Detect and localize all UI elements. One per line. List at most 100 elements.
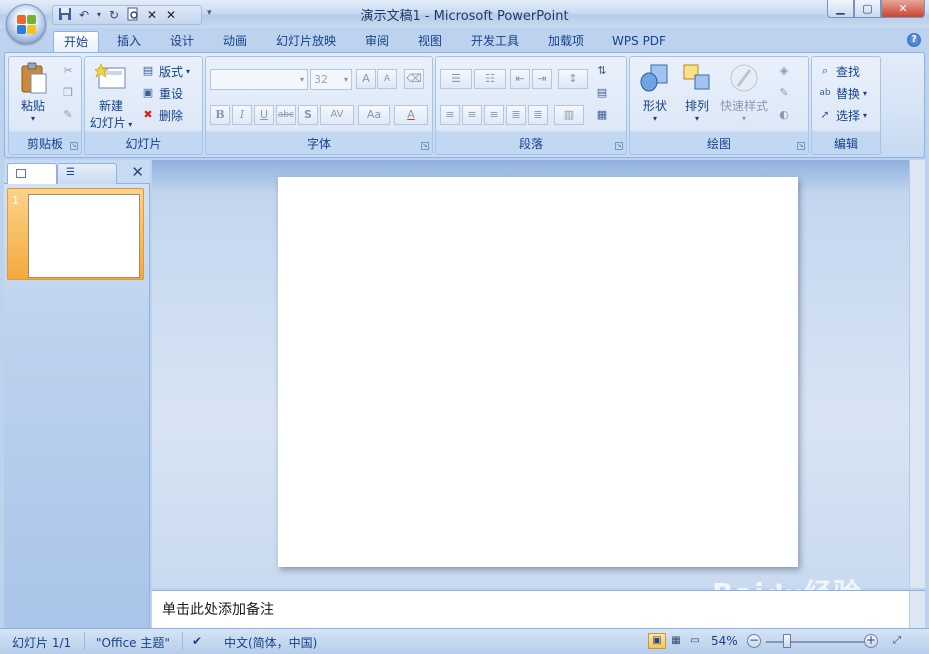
slide-thumbnail[interactable]: 1 [7,188,144,280]
grow-font-label: A [362,72,370,85]
spell-check-icon[interactable]: ✔ [192,634,202,648]
tab-outline[interactable]: ☰ [57,163,117,184]
copy-icon[interactable]: ❐ [60,85,76,101]
font-launcher-icon[interactable]: ↘ [421,142,429,150]
notes-pane[interactable]: 单击此处添加备注 [152,590,925,629]
new-slide-label-2: 幻灯片 [89,116,126,130]
vertical-scrollbar[interactable] [909,160,925,588]
font-size-select[interactable]: 32 ▾ [310,69,352,90]
replace-button[interactable]: ab 替换 ▾ [817,83,867,103]
slide-thumbnail-preview[interactable] [28,194,140,278]
decrease-indent-icon[interactable]: ⇤ [510,69,530,89]
line-spacing-icon[interactable]: ↕ [558,69,588,89]
reset-button[interactable]: ▣ 重设 [140,83,183,103]
slide-canvas[interactable] [278,177,798,567]
paragraph-launcher-icon[interactable]: ↘ [615,142,623,150]
increase-indent-icon[interactable]: ⇥ [532,69,552,89]
zoom-slider-thumb[interactable] [783,634,791,648]
distributed-icon[interactable]: ≣ [528,105,548,125]
text-direction-icon[interactable]: ⇅ [594,63,610,79]
shapes-dropdown-icon: ▾ [652,114,657,123]
binoculars-icon: ⌕ [821,64,829,77]
close-panel-icon[interactable]: ✕ [131,163,144,181]
slide-sorter-view-icon[interactable]: ▦ [667,633,685,649]
shape-outline-icon[interactable]: ✎ [776,85,792,101]
align-center-icon[interactable]: ≡ [462,105,482,125]
zoom-slider-track[interactable] [766,641,866,643]
tab-slide-show[interactable]: 幻灯片放映 [268,31,344,53]
italic-button[interactable]: I [232,105,252,125]
minimize-button[interactable]: ▁ [827,0,854,18]
tab-developer[interactable]: 开发工具 [463,31,527,53]
slide-thumbnail-icon [16,169,26,178]
align-left-icon[interactable]: ≡ [440,105,460,125]
font-color-button[interactable]: A [394,105,428,125]
tab-wps-pdf[interactable]: WPS PDF [605,31,673,53]
numbering-icon[interactable]: ☷ [474,69,506,89]
title-bar: ↶ ▾ ↻ ✕ ✕ ▾ 演示文稿1 - Microsoft PowerPoint… [0,0,929,44]
cursor-icon: ➚ [820,108,830,121]
tab-insert[interactable]: 插入 [106,31,152,53]
shrink-font-button[interactable]: A [377,69,397,89]
shrink-font-label: A [383,74,391,84]
underline-button[interactable]: U [254,105,274,125]
clipboard-group: 粘贴 ▾ ✂ ❐ ✎ 剪贴板 ↘ [8,56,82,155]
justify-icon[interactable]: ≣ [506,105,526,125]
office-button[interactable] [6,4,46,44]
delete-slide-button[interactable]: ✖ 删除 [140,105,183,125]
quick-styles-button[interactable]: 快速样式 ▾ [716,62,772,123]
shape-effects-icon[interactable]: ◐ [776,107,792,123]
layout-button[interactable]: ▤ 版式 ▾ [140,61,190,81]
change-case-button[interactable]: Aa [358,105,390,125]
shape-fill-icon[interactable]: ◈ [776,63,792,79]
maximize-button[interactable]: ▢ [854,0,881,18]
cut-icon[interactable]: ✂ [60,63,76,79]
slide-number: 1 [12,194,19,207]
language-indicator[interactable]: 中文(简体，中国) [224,634,317,651]
notes-scrollbar[interactable] [909,591,925,629]
font-name-select[interactable]: ▾ [210,69,308,90]
tab-design[interactable]: 设计 [159,31,205,53]
tab-home[interactable]: 开始 [53,31,99,53]
strikethrough-button[interactable]: abc [276,105,296,125]
shapes-button[interactable]: 形状 ▾ [634,62,676,123]
tab-add-ins[interactable]: 加载项 [538,31,594,53]
zoom-in-icon[interactable]: + [864,634,878,648]
help-icon[interactable]: ? [907,33,921,47]
slide-show-view-icon[interactable]: ▭ [686,633,704,649]
character-spacing-button[interactable]: AV [320,105,354,125]
align-text-icon[interactable]: ▤ [594,85,610,101]
columns-icon[interactable]: ▥ [554,105,584,125]
fit-to-window-icon[interactable]: ⤢ [888,633,906,649]
zoom-level[interactable]: 54% [711,634,738,648]
find-button[interactable]: ⌕ 查找 [817,61,860,81]
align-right-icon[interactable]: ≡ [484,105,504,125]
clipboard-launcher-icon[interactable]: ↘ [70,142,78,150]
bullets-icon[interactable]: ☰ [440,69,472,89]
arrange-button[interactable]: 排列 ▾ [676,62,718,123]
tab-view[interactable]: 视图 [407,31,453,53]
slides-group-label: 幻灯片 [125,137,162,151]
new-slide-button[interactable]: 新建 幻灯片 ▾ [87,62,135,131]
close-button[interactable]: ✕ [881,0,925,18]
format-painter-icon[interactable]: ✎ [60,107,76,123]
zoom-out-icon[interactable]: − [747,634,761,648]
paste-button[interactable]: 粘贴 ▾ [13,62,53,123]
clipboard-icon [17,62,49,94]
tab-slides-thumbnails[interactable] [7,163,57,184]
outline-icon: ☰ [66,167,75,178]
paragraph-group-label: 段落 [518,137,543,151]
tab-animations[interactable]: 动画 [212,31,258,53]
bold-button[interactable]: B [210,105,230,125]
normal-view-icon[interactable]: ▣ [648,633,666,649]
smartart-icon[interactable]: ▦ [594,107,610,123]
replace-label: 替换 [836,86,861,101]
layout-dropdown-icon: ▾ [186,66,191,76]
tab-review[interactable]: 审阅 [354,31,400,53]
delete-label: 删除 [159,108,184,123]
clear-formatting-icon[interactable]: ⌫ [404,69,424,89]
grow-font-button[interactable]: A [356,69,376,89]
drawing-launcher-icon[interactable]: ↘ [797,142,805,150]
select-button[interactable]: ➚ 选择 ▾ [817,105,867,125]
shadow-button[interactable]: S [298,105,318,125]
